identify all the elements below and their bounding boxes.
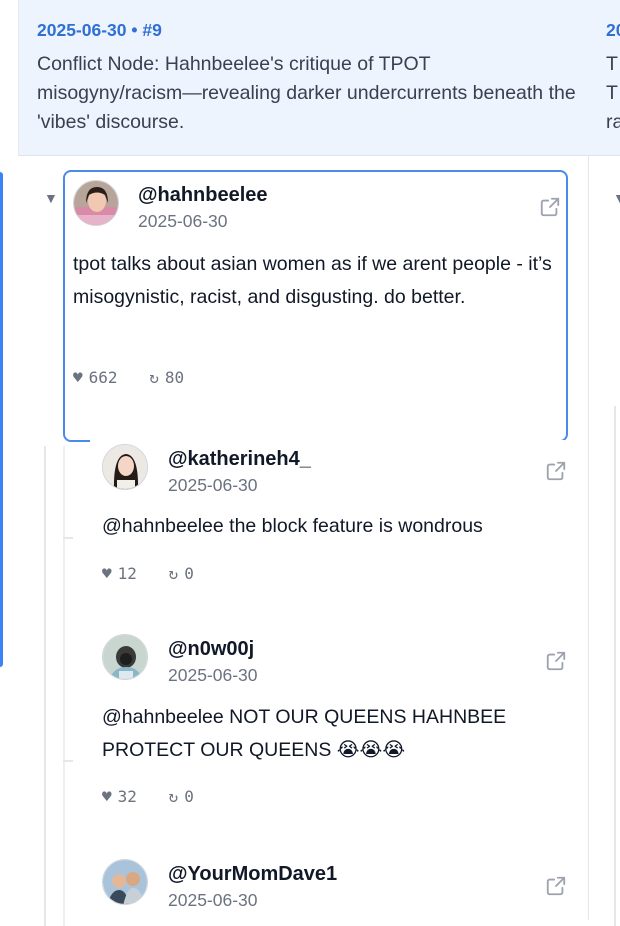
- tweet-date: 2025-06-30: [138, 211, 228, 231]
- external-link-icon[interactable]: [545, 460, 567, 482]
- like-count: 12: [117, 564, 137, 583]
- like-stat[interactable]: ♥ 12: [102, 564, 137, 583]
- next-column-meta: 20: [606, 20, 620, 40]
- tweet-date: 2025-06-30: [168, 475, 258, 495]
- like-count: 662: [88, 368, 118, 387]
- next-column-title: T T ra: [606, 53, 620, 133]
- thread-line: [614, 406, 616, 926]
- column-meta: 2025-06-30 • #9: [37, 20, 162, 40]
- avatar[interactable]: [102, 444, 148, 490]
- reply-card[interactable]: @n0w00j 2025-06-30 @hahnbeelee NOT OUR Q…: [90, 630, 575, 820]
- avatar[interactable]: [102, 859, 148, 905]
- reply-card[interactable]: @katherineh4_ 2025-06-30 @hahnbeelee the…: [90, 440, 575, 600]
- tweet-text: tpot talks about asian women as if we ar…: [73, 253, 552, 308]
- retweet-count: 80: [164, 368, 185, 387]
- selection-accent-bar: [0, 172, 3, 667]
- retweet-icon: ↻: [168, 787, 179, 806]
- retweet-icon: ↻: [149, 368, 159, 387]
- tweet-handle[interactable]: @hahnbeelee: [138, 184, 268, 207]
- heart-icon: ♥: [73, 368, 83, 387]
- reply-card[interactable]: @YourMomDave1 2025-06-30: [90, 855, 575, 920]
- tweet-date: 2025-06-30: [168, 665, 258, 685]
- external-link-icon[interactable]: [545, 650, 567, 672]
- tweet-card-focused[interactable]: @hahnbeelee 2025-06-30 tpot talks about …: [63, 170, 568, 442]
- tweet-date: 2025-06-30: [168, 890, 258, 910]
- retweet-count: 0: [184, 787, 194, 806]
- retweet-stat[interactable]: ↻ 80: [149, 368, 184, 387]
- retweet-icon: ↻: [168, 564, 179, 583]
- tweet-handle[interactable]: @katherineh4_: [168, 448, 311, 471]
- external-link-icon[interactable]: [545, 875, 567, 897]
- column-header: 2025-06-30 • #9 Conflict Node: Hahnbeele…: [18, 0, 590, 156]
- retweet-stat[interactable]: ↻ 0: [169, 787, 194, 806]
- like-stat[interactable]: ♥ 32: [102, 787, 137, 806]
- avatar[interactable]: [73, 180, 119, 226]
- retweet-count: 0: [184, 564, 194, 583]
- next-thread-column[interactable]: ▼: [589, 156, 620, 926]
- thread-line: [44, 446, 46, 926]
- tweet-stats: ♥ 662 ↻ 80: [73, 368, 206, 387]
- like-stat[interactable]: ♥ 662: [73, 368, 118, 387]
- avatar[interactable]: [102, 634, 148, 680]
- tweet-stats: ♥ 32 ↻ 0: [102, 787, 216, 806]
- tweet-handle[interactable]: @YourMomDave1: [168, 863, 337, 886]
- external-link-icon[interactable]: [539, 196, 561, 218]
- like-count: 32: [117, 787, 137, 806]
- reply-branch: [63, 537, 73, 539]
- collapse-caret-icon[interactable]: ▼: [613, 190, 620, 206]
- reply-branch: [63, 760, 73, 762]
- tweet-text: @hahnbeelee NOT OUR QUEENS HAHNBEE PROTE…: [102, 706, 507, 761]
- column-title: Conflict Node: Hahnbeelee's critique of …: [37, 53, 576, 133]
- next-column-header: 20 T T ra: [589, 0, 620, 156]
- reply-thread-line: [63, 446, 65, 926]
- tweet-stats: ♥ 12 ↻ 0: [102, 564, 216, 583]
- heart-icon: ♥: [102, 787, 112, 806]
- tweet-handle[interactable]: @n0w00j: [168, 638, 254, 661]
- collapse-caret-icon[interactable]: ▼: [44, 190, 58, 206]
- tweet-text: @hahnbeelee the block feature is wondrou…: [102, 515, 483, 537]
- heart-icon: ♥: [102, 564, 112, 583]
- retweet-stat[interactable]: ↻ 0: [169, 564, 194, 583]
